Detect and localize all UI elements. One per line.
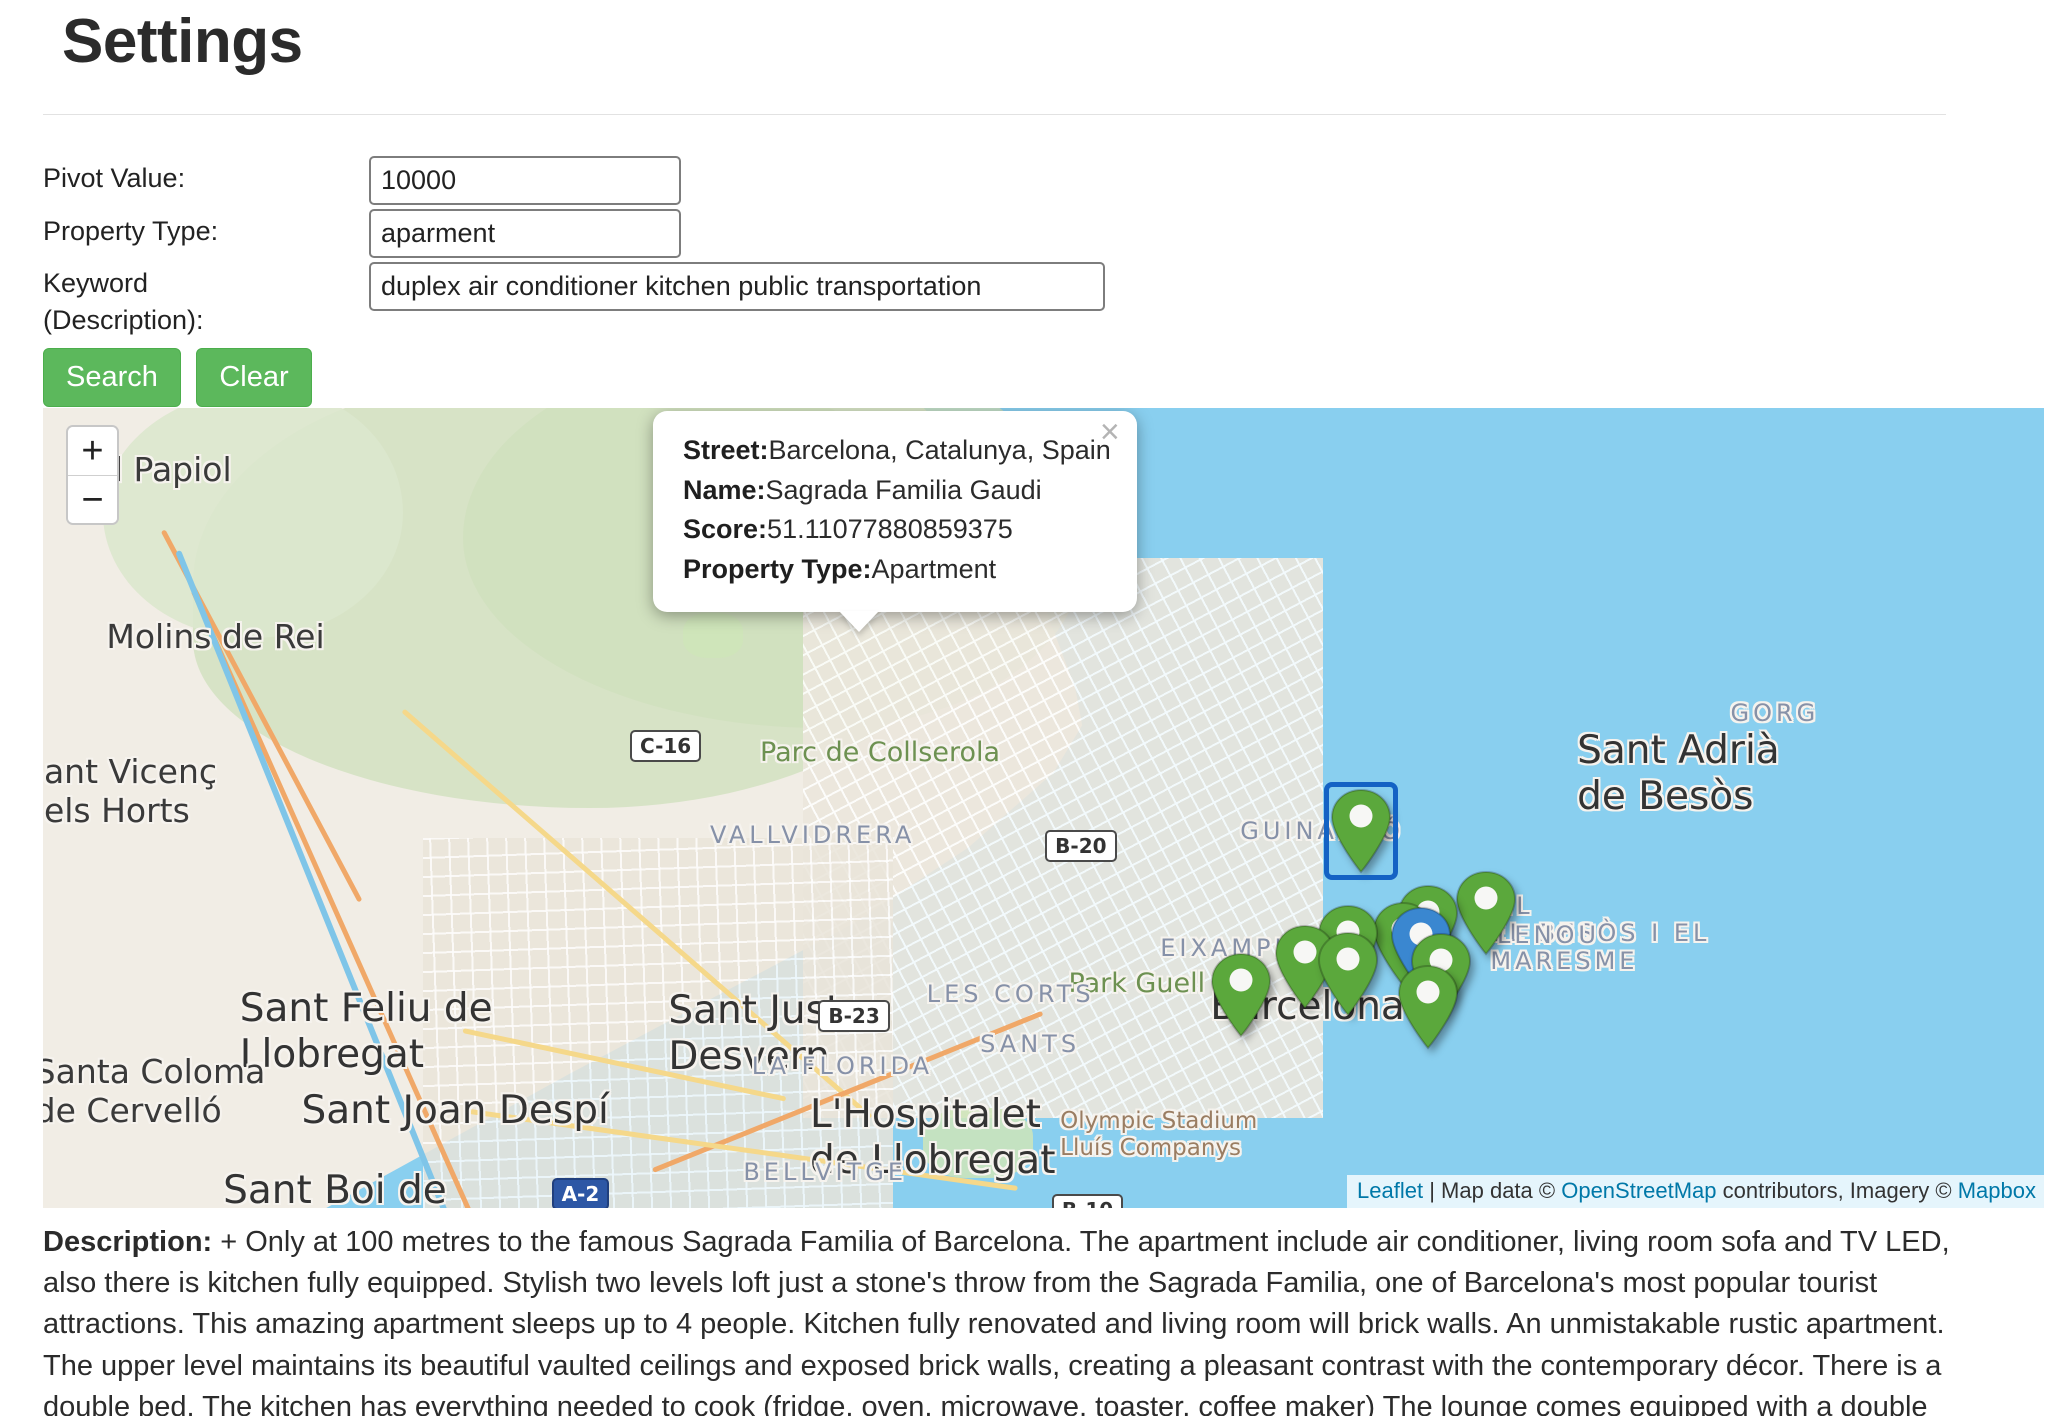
map-label: Sant Joan Despí bbox=[301, 1088, 608, 1134]
popup-value-property-type: Apartment bbox=[872, 554, 997, 584]
map-label: Sant Feliu de Llobregat bbox=[240, 986, 493, 1078]
popup-row-property-type: Property Type:Apartment bbox=[683, 550, 1111, 590]
park-patch bbox=[683, 613, 743, 658]
pivot-value-input[interactable] bbox=[369, 156, 681, 205]
attribution-separator: | bbox=[1423, 1178, 1441, 1203]
title-divider bbox=[43, 114, 1946, 115]
popup-row-street: Street:Barcelona, Catalunya, Spain bbox=[683, 431, 1111, 471]
description-text: + Only at 100 metres to the famous Sagra… bbox=[43, 1226, 1950, 1416]
road-shield: B-20 bbox=[1045, 830, 1116, 862]
openstreetmap-link[interactable]: OpenStreetMap bbox=[1561, 1178, 1716, 1203]
popup-key-name: Name: bbox=[683, 475, 766, 505]
popup-key-street: Street: bbox=[683, 435, 769, 465]
keyword-label: Keyword (Description): bbox=[43, 265, 204, 340]
map-marker[interactable] bbox=[1210, 952, 1272, 1038]
map-label: Sant Vicenç dels Horts bbox=[43, 753, 217, 831]
page-title: Settings bbox=[62, 6, 303, 77]
road-shield: C-16 bbox=[630, 730, 701, 762]
map-label: LA FLORIDA bbox=[752, 1052, 933, 1080]
clear-button[interactable]: Clear bbox=[196, 348, 312, 407]
property-type-input[interactable] bbox=[369, 209, 681, 258]
close-icon[interactable]: × bbox=[1100, 415, 1120, 449]
description-block: Description: + Only at 100 metres to the… bbox=[43, 1222, 1961, 1416]
zoom-in-button[interactable]: + bbox=[68, 427, 117, 475]
pivot-value-label: Pivot Value: bbox=[43, 160, 185, 197]
popup-tip bbox=[839, 611, 879, 632]
map-marker[interactable] bbox=[1317, 931, 1379, 1017]
zoom-control[interactable]: + − bbox=[66, 425, 119, 525]
road-shield: A-2 bbox=[552, 1178, 610, 1208]
marker-focus-outline bbox=[1324, 782, 1398, 880]
map-label: GORG bbox=[1731, 699, 1820, 727]
map-label: VALLVIDRERA bbox=[710, 821, 915, 849]
description-label: Description: bbox=[43, 1226, 212, 1258]
app-root: Settings Pivot Value: Property Type: Key… bbox=[0, 0, 2070, 1416]
popup-key-score: Score: bbox=[683, 514, 767, 544]
popup-value-street: Barcelona, Catalunya, Spain bbox=[769, 435, 1111, 465]
popup-key-property-type: Property Type: bbox=[683, 554, 872, 584]
zoom-out-button[interactable]: − bbox=[68, 475, 117, 523]
map-container[interactable]: El PapiolMolins de ReiSant Vicenç dels H… bbox=[43, 408, 2044, 1208]
popup-value-score: 51.11077880859375 bbox=[767, 514, 1013, 544]
map-attribution: Leaflet | Map data © OpenStreetMap contr… bbox=[1347, 1175, 2044, 1208]
map-label: Sant Boi de Llobregat bbox=[223, 1168, 447, 1208]
popup-row-score: Score:51.11077880859375 bbox=[683, 510, 1111, 550]
mapbox-link[interactable]: Mapbox bbox=[1958, 1178, 2036, 1203]
map-label: Parc de Collserola bbox=[760, 737, 1000, 769]
map-label: Olympic Stadium Lluís Companys bbox=[1060, 1108, 1257, 1162]
map-label: BELLVITGE bbox=[743, 1158, 907, 1186]
map-label: Sant Adrià de Besòs bbox=[1577, 728, 1780, 820]
leaflet-link[interactable]: Leaflet bbox=[1357, 1178, 1423, 1203]
attribution-prefix: Map data © bbox=[1441, 1178, 1561, 1203]
popup-value-name: Sagrada Familia Gaudi bbox=[766, 475, 1042, 505]
map-label: SANTS bbox=[980, 1030, 1080, 1058]
road-shield: B-10 bbox=[1052, 1194, 1123, 1208]
marker-popup[interactable]: × Street:Barcelona, Catalunya, Spain Nam… bbox=[653, 411, 1137, 612]
map-label: Santa Coloma de Cervelló bbox=[43, 1053, 265, 1131]
map-label: LES CORTS bbox=[927, 980, 1095, 1008]
map-marker[interactable] bbox=[1397, 964, 1459, 1050]
road-shield: B-23 bbox=[818, 1000, 889, 1032]
attribution-middle: contributors, Imagery © bbox=[1717, 1178, 1958, 1203]
keyword-description-input[interactable] bbox=[369, 262, 1105, 311]
search-button[interactable]: Search bbox=[43, 348, 181, 407]
property-type-label: Property Type: bbox=[43, 213, 218, 250]
map-label: Molins de Rei bbox=[106, 618, 324, 657]
popup-row-name: Name:Sagrada Familia Gaudi bbox=[683, 471, 1111, 511]
